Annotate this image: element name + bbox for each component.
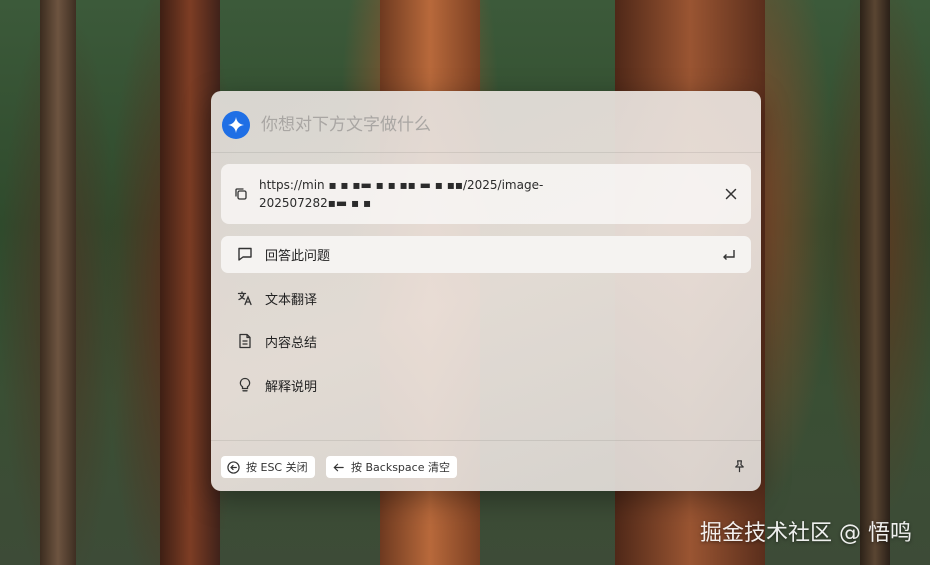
esc-hint-label: 按 ESC 关闭 bbox=[246, 461, 308, 474]
backspace-clear-hint[interactable]: 按 Backspace 清空 bbox=[326, 456, 457, 478]
selected-url-line-2: 202507282▪▬ ▪ ▪ bbox=[259, 196, 372, 210]
selected-url-line-1: https://min ▪ ▪ ▪▬ ▪ ▪ ▪▪ ▬ ▪ ▪▪/2025/im… bbox=[259, 178, 544, 192]
ai-assistant-panel: https://min ▪ ▪ ▪▬ ▪ ▪ ▪▪ ▬ ▪ ▪▪/2025/im… bbox=[211, 91, 761, 491]
pin-icon[interactable] bbox=[732, 459, 747, 474]
action-label: 回答此问题 bbox=[265, 249, 331, 264]
action-answer-question[interactable]: 回答此问题 bbox=[221, 236, 751, 273]
document-icon bbox=[237, 333, 253, 349]
copy-icon bbox=[233, 186, 249, 202]
circle-arrow-left-icon bbox=[227, 460, 240, 474]
lightbulb-icon bbox=[237, 377, 253, 393]
chat-bubble-icon bbox=[237, 246, 253, 262]
panel-header bbox=[211, 91, 761, 153]
watermark-text: 掘金技术社区 @ 悟鸣 bbox=[700, 521, 912, 546]
action-list: 回答此问题 文本翻译 内容总结 解释说明 bbox=[221, 236, 751, 410]
enter-key-icon bbox=[721, 247, 737, 263]
selected-text-box: https://min ▪ ▪ ▪▬ ▪ ▪ ▪▪ ▬ ▪ ▪▪/2025/im… bbox=[221, 164, 751, 224]
action-summarize[interactable]: 内容总结 bbox=[221, 323, 751, 360]
background-tree bbox=[860, 0, 890, 565]
esc-close-hint[interactable]: 按 ESC 关闭 bbox=[221, 456, 315, 478]
selected-url-text: https://min ▪ ▪ ▪▬ ▪ ▪ ▪▪ ▬ ▪ ▪▪/2025/im… bbox=[259, 176, 699, 212]
translate-icon bbox=[237, 290, 253, 306]
background-tree bbox=[40, 0, 76, 565]
backspace-hint-label: 按 Backspace 清空 bbox=[351, 461, 450, 474]
panel-footer: 按 ESC 关闭 按 Backspace 清空 bbox=[211, 440, 761, 491]
action-label: 文本翻译 bbox=[265, 292, 318, 308]
sparkle-logo-icon bbox=[222, 111, 250, 139]
clear-selection-close-icon[interactable] bbox=[723, 186, 739, 202]
query-input[interactable] bbox=[261, 113, 731, 137]
action-translate[interactable]: 文本翻译 bbox=[221, 280, 751, 317]
action-label: 内容总结 bbox=[265, 336, 318, 351]
action-explain[interactable]: 解释说明 bbox=[221, 367, 751, 404]
arrow-left-icon bbox=[333, 463, 344, 471]
action-label: 解释说明 bbox=[265, 379, 318, 395]
